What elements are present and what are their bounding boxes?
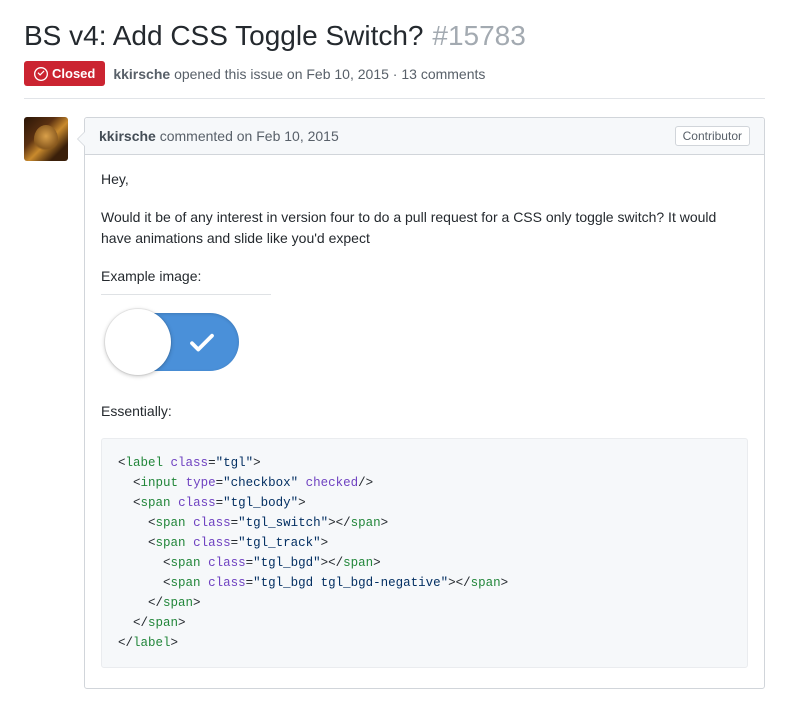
comment: kkirsche commented on Feb 10, 2015 Contr…: [84, 117, 765, 689]
issue-number: #15783: [432, 20, 525, 51]
check-icon: [187, 327, 217, 364]
comment-text: Would it be of any interest in version f…: [101, 207, 748, 250]
comment-author-link[interactable]: kkirsche: [99, 128, 156, 144]
issue-byline: kkirsche opened this issue on Feb 10, 20…: [113, 66, 485, 82]
code-block: <label class="tgl"> <input type="checkbo…: [101, 438, 748, 668]
avatar[interactable]: [24, 117, 68, 161]
example-label: Example image:: [101, 266, 271, 295]
state-label: Closed: [52, 66, 95, 81]
comment-header: kkirsche commented on Feb 10, 2015 Contr…: [85, 118, 764, 155]
comment-thread: kkirsche commented on Feb 10, 2015 Contr…: [24, 117, 765, 689]
example-image: [109, 313, 748, 371]
comment-greeting: Hey,: [101, 169, 748, 191]
closed-icon: [34, 67, 48, 81]
issue-author-link[interactable]: kkirsche: [113, 66, 170, 82]
essentially-label: Essentially:: [101, 401, 748, 423]
comment-body: Hey, Would it be of any interest in vers…: [85, 155, 764, 688]
issue-meta: Closed kkirsche opened this issue on Feb…: [24, 61, 765, 99]
toggle-knob: [105, 309, 171, 375]
issue-title: BS v4: Add CSS Toggle Switch?: [24, 20, 424, 51]
toggle-switch: [109, 313, 239, 371]
role-badge: Contributor: [675, 126, 750, 146]
issue-title-row: BS v4: Add CSS Toggle Switch? #15783: [24, 16, 765, 53]
state-badge: Closed: [24, 61, 105, 86]
